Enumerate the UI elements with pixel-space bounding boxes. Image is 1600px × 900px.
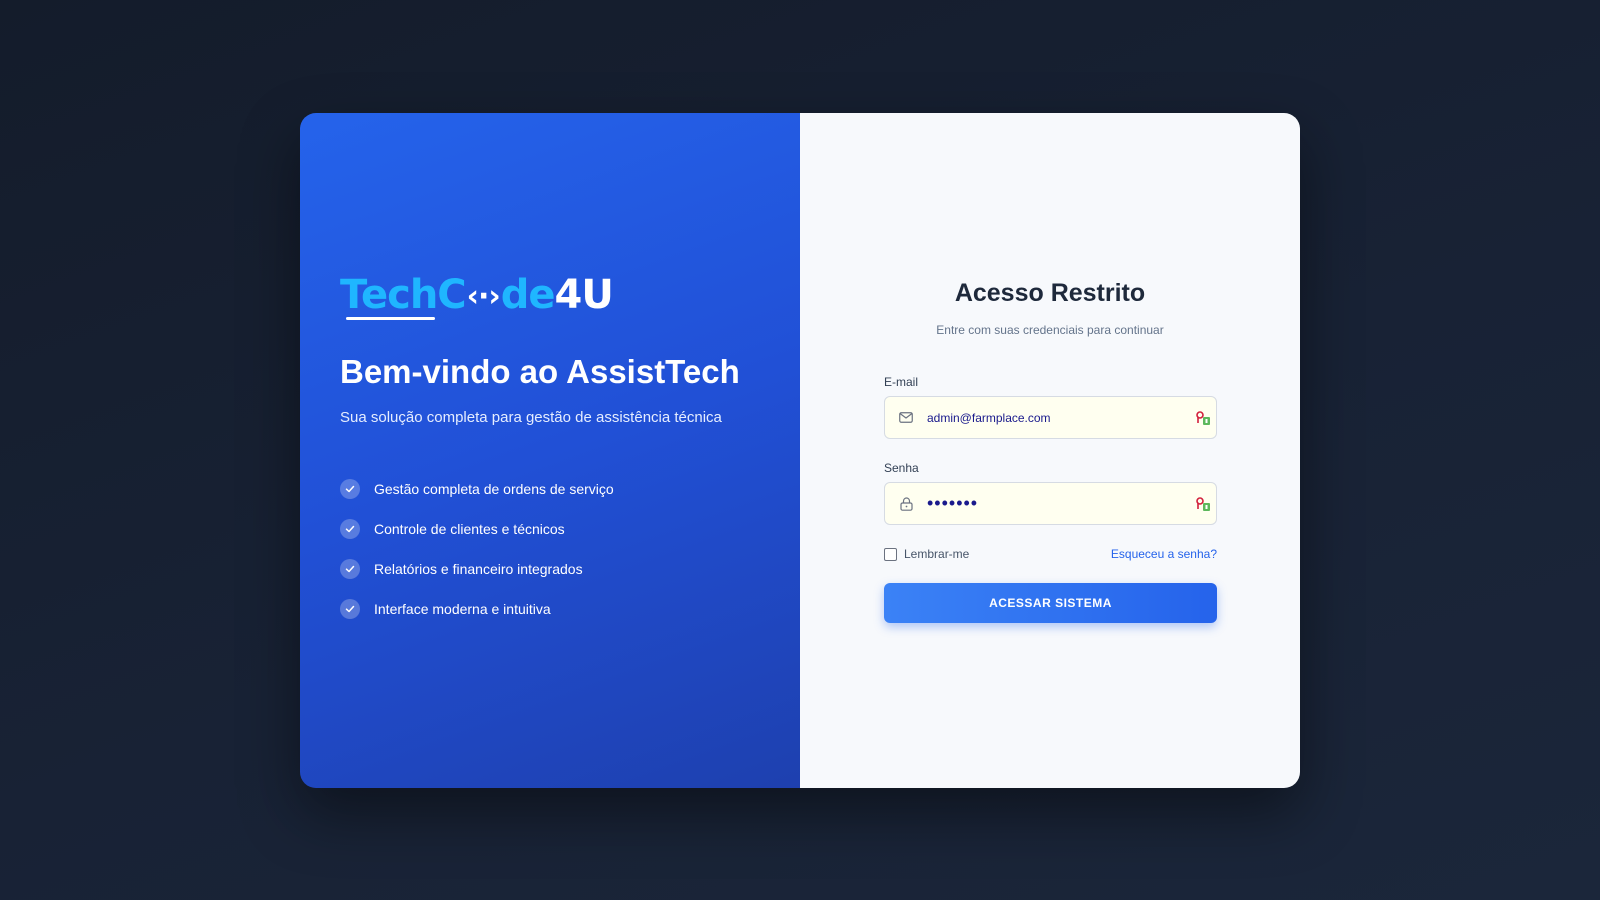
password-manager-icon[interactable] <box>1190 496 1216 512</box>
check-icon <box>340 559 360 579</box>
lock-icon <box>885 496 927 511</box>
password-field[interactable] <box>884 482 1217 525</box>
feature-label: Gestão completa de ordens de serviço <box>374 481 614 497</box>
check-icon <box>340 519 360 539</box>
email-label: E-mail <box>884 375 919 389</box>
feature-label: Interface moderna e intuitiva <box>374 601 551 617</box>
remember-label: Lembrar-me <box>904 547 970 561</box>
submit-button[interactable]: ACESSAR SISTEMA <box>884 583 1217 623</box>
welcome-tagline: Sua solução completa para gestão de assi… <box>340 409 722 426</box>
feature-label: Controle de clientes e técnicos <box>374 521 565 537</box>
feature-list: Gestão completa de ordens de serviço Con… <box>340 469 614 629</box>
remember-checkbox[interactable] <box>884 547 897 561</box>
techcode4u-logo: Tech C ‹·› de 4U <box>340 272 614 320</box>
feature-item: Gestão completa de ordens de serviço <box>340 469 614 509</box>
login-card: Tech C ‹·› de 4U Bem-vindo ao AssistTech… <box>300 113 1300 788</box>
welcome-heading: Bem-vindo ao AssistTech <box>340 353 740 390</box>
form-subtitle: Entre com suas credenciais para continua… <box>936 323 1164 337</box>
check-icon <box>340 599 360 619</box>
email-input[interactable] <box>927 410 1190 425</box>
welcome-panel: Tech C ‹·› de 4U Bem-vindo ao AssistTech… <box>300 113 800 788</box>
feature-item: Controle de clientes e técnicos <box>340 509 614 549</box>
feature-label: Relatórios e financeiro integrados <box>374 561 583 577</box>
mail-icon <box>885 412 927 423</box>
password-label: Senha <box>884 461 919 475</box>
check-icon <box>340 479 360 499</box>
login-form-panel: Acesso Restrito Entre com suas credencia… <box>800 113 1300 788</box>
forgot-password-link[interactable]: Esqueceu a senha? <box>1111 547 1217 561</box>
feature-item: Relatórios e financeiro integrados <box>340 549 614 589</box>
password-input[interactable] <box>927 493 1190 514</box>
password-manager-icon[interactable] <box>1190 410 1216 426</box>
email-field[interactable] <box>884 396 1217 439</box>
remember-me[interactable]: Lembrar-me <box>884 547 969 561</box>
feature-item: Interface moderna e intuitiva <box>340 589 614 629</box>
form-title: Acesso Restrito <box>954 279 1146 307</box>
